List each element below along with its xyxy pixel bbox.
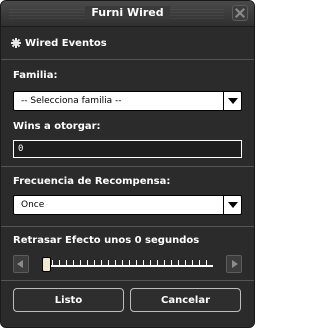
cancelar-button[interactable]: Cancelar bbox=[130, 288, 241, 312]
section-header-label: Wired Eventos bbox=[25, 37, 107, 49]
close-icon[interactable] bbox=[232, 5, 248, 21]
arrow-left-icon[interactable] bbox=[13, 255, 29, 273]
delay-slider-thumb[interactable] bbox=[42, 257, 51, 272]
arrow-right-icon[interactable] bbox=[226, 255, 242, 273]
divider bbox=[1, 226, 254, 227]
wins-input[interactable] bbox=[13, 140, 242, 158]
frecuencia-label: Frecuencia de Recompensa: bbox=[13, 176, 171, 187]
window-title: Furni Wired bbox=[1, 6, 254, 19]
frecuencia-select-value: Once bbox=[21, 200, 45, 210]
frecuencia-select[interactable]: Once bbox=[13, 195, 242, 215]
retraso-label: Retrasar Efecto unos 0 segundos bbox=[13, 235, 200, 246]
wins-label: Wins a otorgar: bbox=[13, 121, 101, 132]
listo-button[interactable]: Listo bbox=[13, 288, 124, 312]
wired-dialog: Furni Wired Wired Eventos Familia: -- Se… bbox=[0, 0, 255, 328]
divider bbox=[1, 280, 254, 281]
title-bar[interactable]: Furni Wired bbox=[1, 1, 254, 27]
familia-select[interactable]: -- Selecciona familia -- bbox=[13, 91, 242, 111]
divider bbox=[1, 59, 254, 60]
section-header: Wired Eventos bbox=[11, 35, 107, 51]
divider bbox=[1, 166, 254, 167]
familia-label: Familia: bbox=[13, 70, 58, 81]
sparkle-icon bbox=[11, 38, 21, 48]
familia-select-value: -- Selecciona familia -- bbox=[21, 96, 122, 106]
chevron-down-icon[interactable] bbox=[223, 196, 241, 214]
chevron-down-icon[interactable] bbox=[223, 92, 241, 110]
delay-slider-track[interactable] bbox=[45, 265, 213, 267]
